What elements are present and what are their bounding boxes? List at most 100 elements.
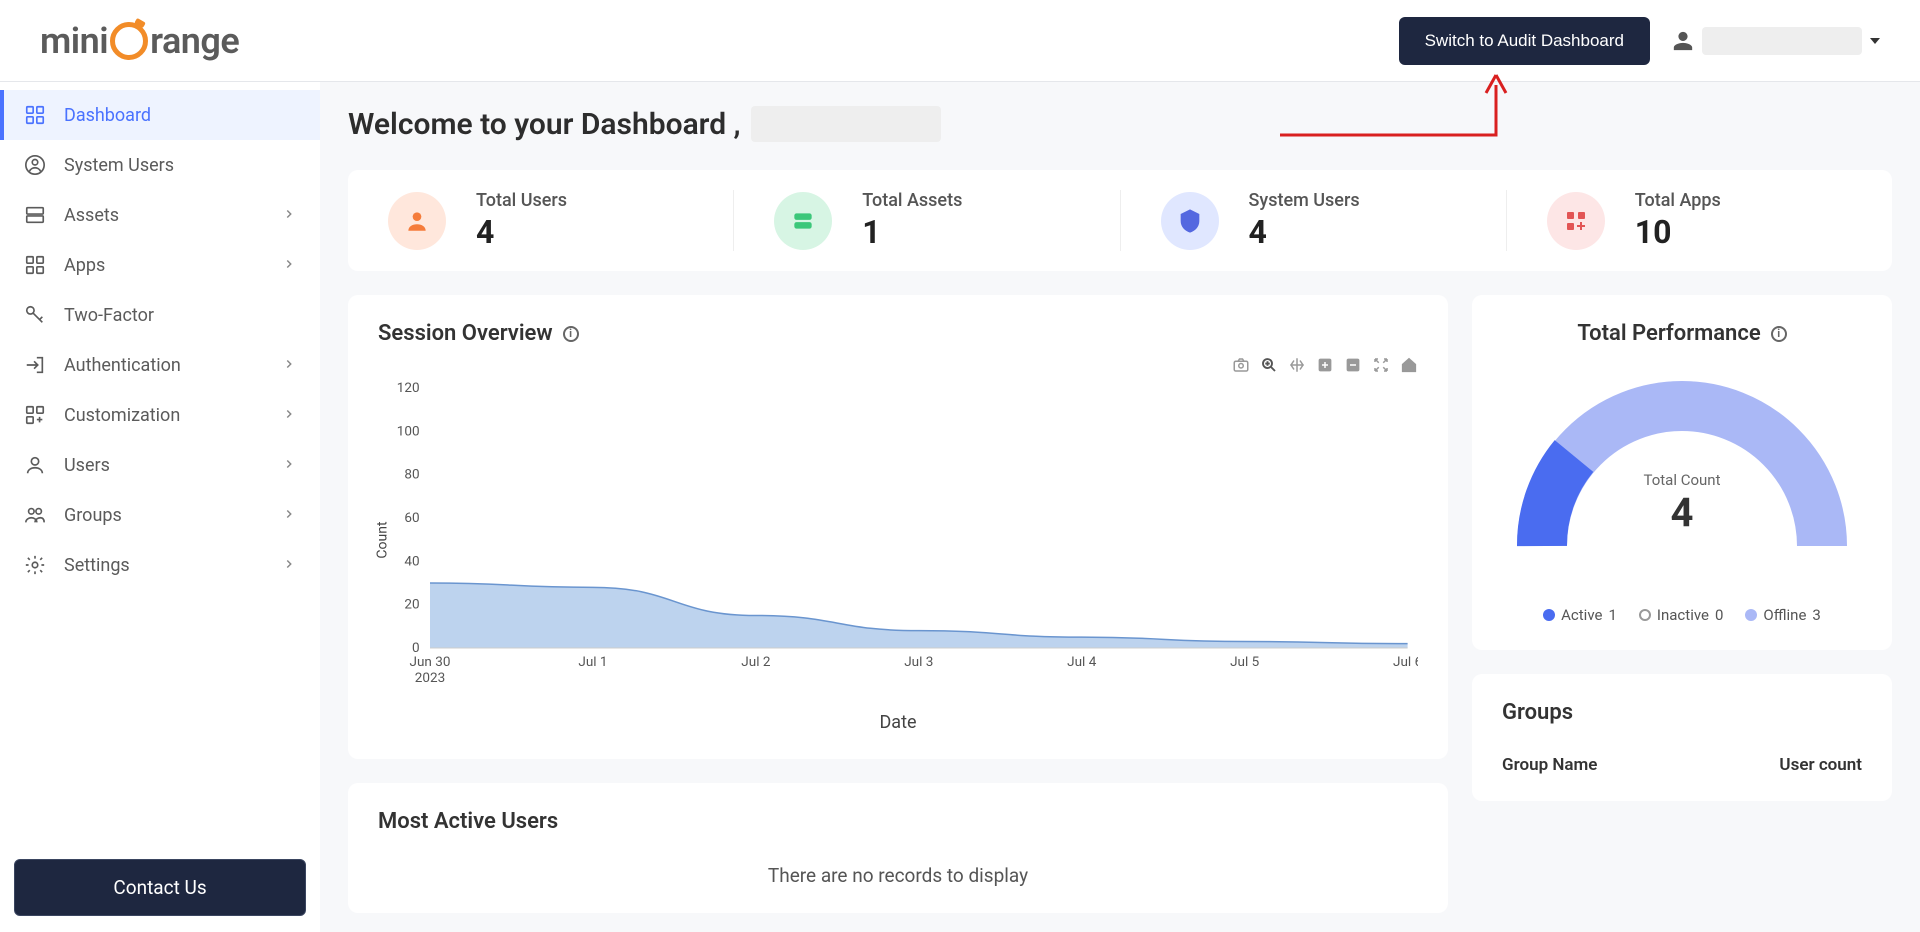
- svg-text:Jun 30: Jun 30: [410, 655, 451, 670]
- legend-label: Active: [1561, 606, 1602, 624]
- performance-title: Total Performance i: [1502, 321, 1862, 346]
- stats-row: Total Users 4 Total Assets 1 System Us: [348, 170, 1892, 271]
- main-content: Welcome to your Dashboard , Total Users …: [320, 82, 1920, 932]
- chevron-right-icon: [282, 455, 296, 476]
- sidebar-item-label: Settings: [64, 555, 130, 576]
- sidebar-item-dashboard[interactable]: Dashboard: [0, 90, 320, 140]
- zoom-icon[interactable]: [1260, 356, 1278, 374]
- sidebar-item-system-users[interactable]: System Users: [0, 140, 320, 190]
- grid-icon: [24, 104, 46, 126]
- performance-legend: Active 1 Inactive 0 Offline 3: [1502, 606, 1862, 624]
- svg-text:Jul 5: Jul 5: [1230, 655, 1259, 670]
- server-icon: [24, 204, 46, 226]
- dot-icon: [1745, 609, 1757, 621]
- user-icon: [24, 454, 46, 476]
- stat-label: System Users: [1249, 190, 1360, 211]
- sidebar-item-label: Authentication: [64, 355, 181, 376]
- sidebar-item-assets[interactable]: Assets: [0, 190, 320, 240]
- gauge-center-label: Total Count: [1644, 471, 1721, 489]
- legend-value: 1: [1608, 606, 1616, 624]
- grid-plus-icon: [24, 404, 46, 426]
- svg-text:120: 120: [397, 381, 420, 396]
- zoom-in-icon[interactable]: [1316, 356, 1334, 374]
- svg-text:100: 100: [397, 425, 420, 440]
- stat-value: 4: [1249, 213, 1360, 251]
- groups-title: Groups: [1502, 700, 1862, 725]
- users-icon: [24, 504, 46, 526]
- legend-offline: Offline 3: [1745, 606, 1820, 624]
- groups-col-name: Group Name: [1502, 755, 1597, 775]
- logo-text-prefix: mini: [40, 20, 108, 62]
- camera-icon[interactable]: [1232, 356, 1250, 374]
- user-name-placeholder: [1702, 27, 1862, 55]
- chevron-down-icon: [1870, 38, 1880, 44]
- stat-label: Total Apps: [1635, 190, 1721, 211]
- chart-toolbar: [378, 356, 1418, 374]
- user-circle-icon: [24, 154, 46, 176]
- sidebar-item-label: Dashboard: [64, 105, 151, 126]
- y-axis-label: Count: [375, 521, 391, 558]
- svg-text:Jul 4: Jul 4: [1067, 655, 1097, 670]
- home-icon[interactable]: [1400, 356, 1418, 374]
- contact-us-button[interactable]: Contact Us: [14, 859, 306, 916]
- welcome-heading: Welcome to your Dashboard ,: [348, 106, 1892, 142]
- svg-text:Jul 3: Jul 3: [904, 655, 933, 670]
- sidebar-item-groups[interactable]: Groups: [0, 490, 320, 540]
- system-users-stat-icon: [1161, 192, 1219, 250]
- info-icon[interactable]: i: [1771, 326, 1787, 342]
- gear-icon: [24, 554, 46, 576]
- legend-label: Inactive: [1657, 606, 1709, 624]
- svg-text:Jul 6: Jul 6: [1393, 655, 1418, 670]
- apps-icon: [24, 254, 46, 276]
- switch-audit-button[interactable]: Switch to Audit Dashboard: [1399, 17, 1650, 65]
- sidebar-item-label: Two-Factor: [64, 305, 154, 326]
- app-header: mini range Switch to Audit Dashboard: [0, 0, 1920, 82]
- x-axis-label: Date: [378, 712, 1418, 733]
- groups-panel: Groups Group Name User count: [1472, 674, 1892, 801]
- chevron-right-icon: [282, 205, 296, 226]
- sidebar-item-two-factor[interactable]: Two-Factor: [0, 290, 320, 340]
- svg-text:Jul 1: Jul 1: [578, 655, 607, 670]
- sidebar-item-label: Apps: [64, 255, 105, 276]
- sidebar-item-users[interactable]: Users: [0, 440, 320, 490]
- stat-total-users: Total Users 4: [348, 190, 734, 251]
- sidebar-item-apps[interactable]: Apps: [0, 240, 320, 290]
- logo-o-icon: [110, 22, 148, 60]
- session-overview-panel: Session Overview i Count 0204: [348, 295, 1448, 759]
- sidebar-item-label: Assets: [64, 205, 119, 226]
- stat-total-assets: Total Assets 1: [734, 190, 1120, 251]
- sidebar-item-settings[interactable]: Settings: [0, 540, 320, 590]
- svg-text:2023: 2023: [415, 671, 445, 686]
- chevron-right-icon: [282, 405, 296, 426]
- gauge-chart: Total Count 4: [1502, 376, 1862, 566]
- gauge-center-value: 4: [1644, 489, 1721, 536]
- svg-text:40: 40: [404, 555, 419, 570]
- chevron-right-icon: [282, 355, 296, 376]
- sidebar-item-customization[interactable]: Customization: [0, 390, 320, 440]
- svg-text:80: 80: [404, 468, 419, 483]
- info-icon[interactable]: i: [563, 326, 579, 342]
- brand-logo: mini range: [40, 20, 239, 62]
- area-chart: 020406080100120Jun 302023Jul 1Jul 2Jul 3…: [378, 378, 1418, 698]
- welcome-text: Welcome to your Dashboard ,: [348, 107, 741, 142]
- chevron-right-icon: [282, 255, 296, 276]
- groups-col-count: User count: [1779, 755, 1862, 775]
- svg-text:60: 60: [404, 511, 419, 526]
- autoscale-icon[interactable]: [1372, 356, 1390, 374]
- total-performance-panel: Total Performance i Total Count 4: [1472, 295, 1892, 650]
- apps-stat-icon: [1547, 192, 1605, 250]
- chevron-right-icon: [282, 505, 296, 526]
- most-active-title: Most Active Users: [378, 809, 1418, 834]
- most-active-users-panel: Most Active Users There are no records t…: [348, 783, 1448, 913]
- dot-icon: [1543, 609, 1555, 621]
- chevron-right-icon: [282, 555, 296, 576]
- pan-icon[interactable]: [1288, 356, 1306, 374]
- sidebar-item-authentication[interactable]: Authentication: [0, 340, 320, 390]
- header-actions: Switch to Audit Dashboard: [1399, 17, 1880, 65]
- stat-value: 10: [1635, 213, 1721, 251]
- logo-text-suffix: range: [150, 20, 239, 62]
- zoom-out-icon[interactable]: [1344, 356, 1362, 374]
- username-placeholder: [751, 106, 941, 142]
- user-menu[interactable]: [1672, 27, 1880, 55]
- stat-system-users: System Users 4: [1121, 190, 1507, 251]
